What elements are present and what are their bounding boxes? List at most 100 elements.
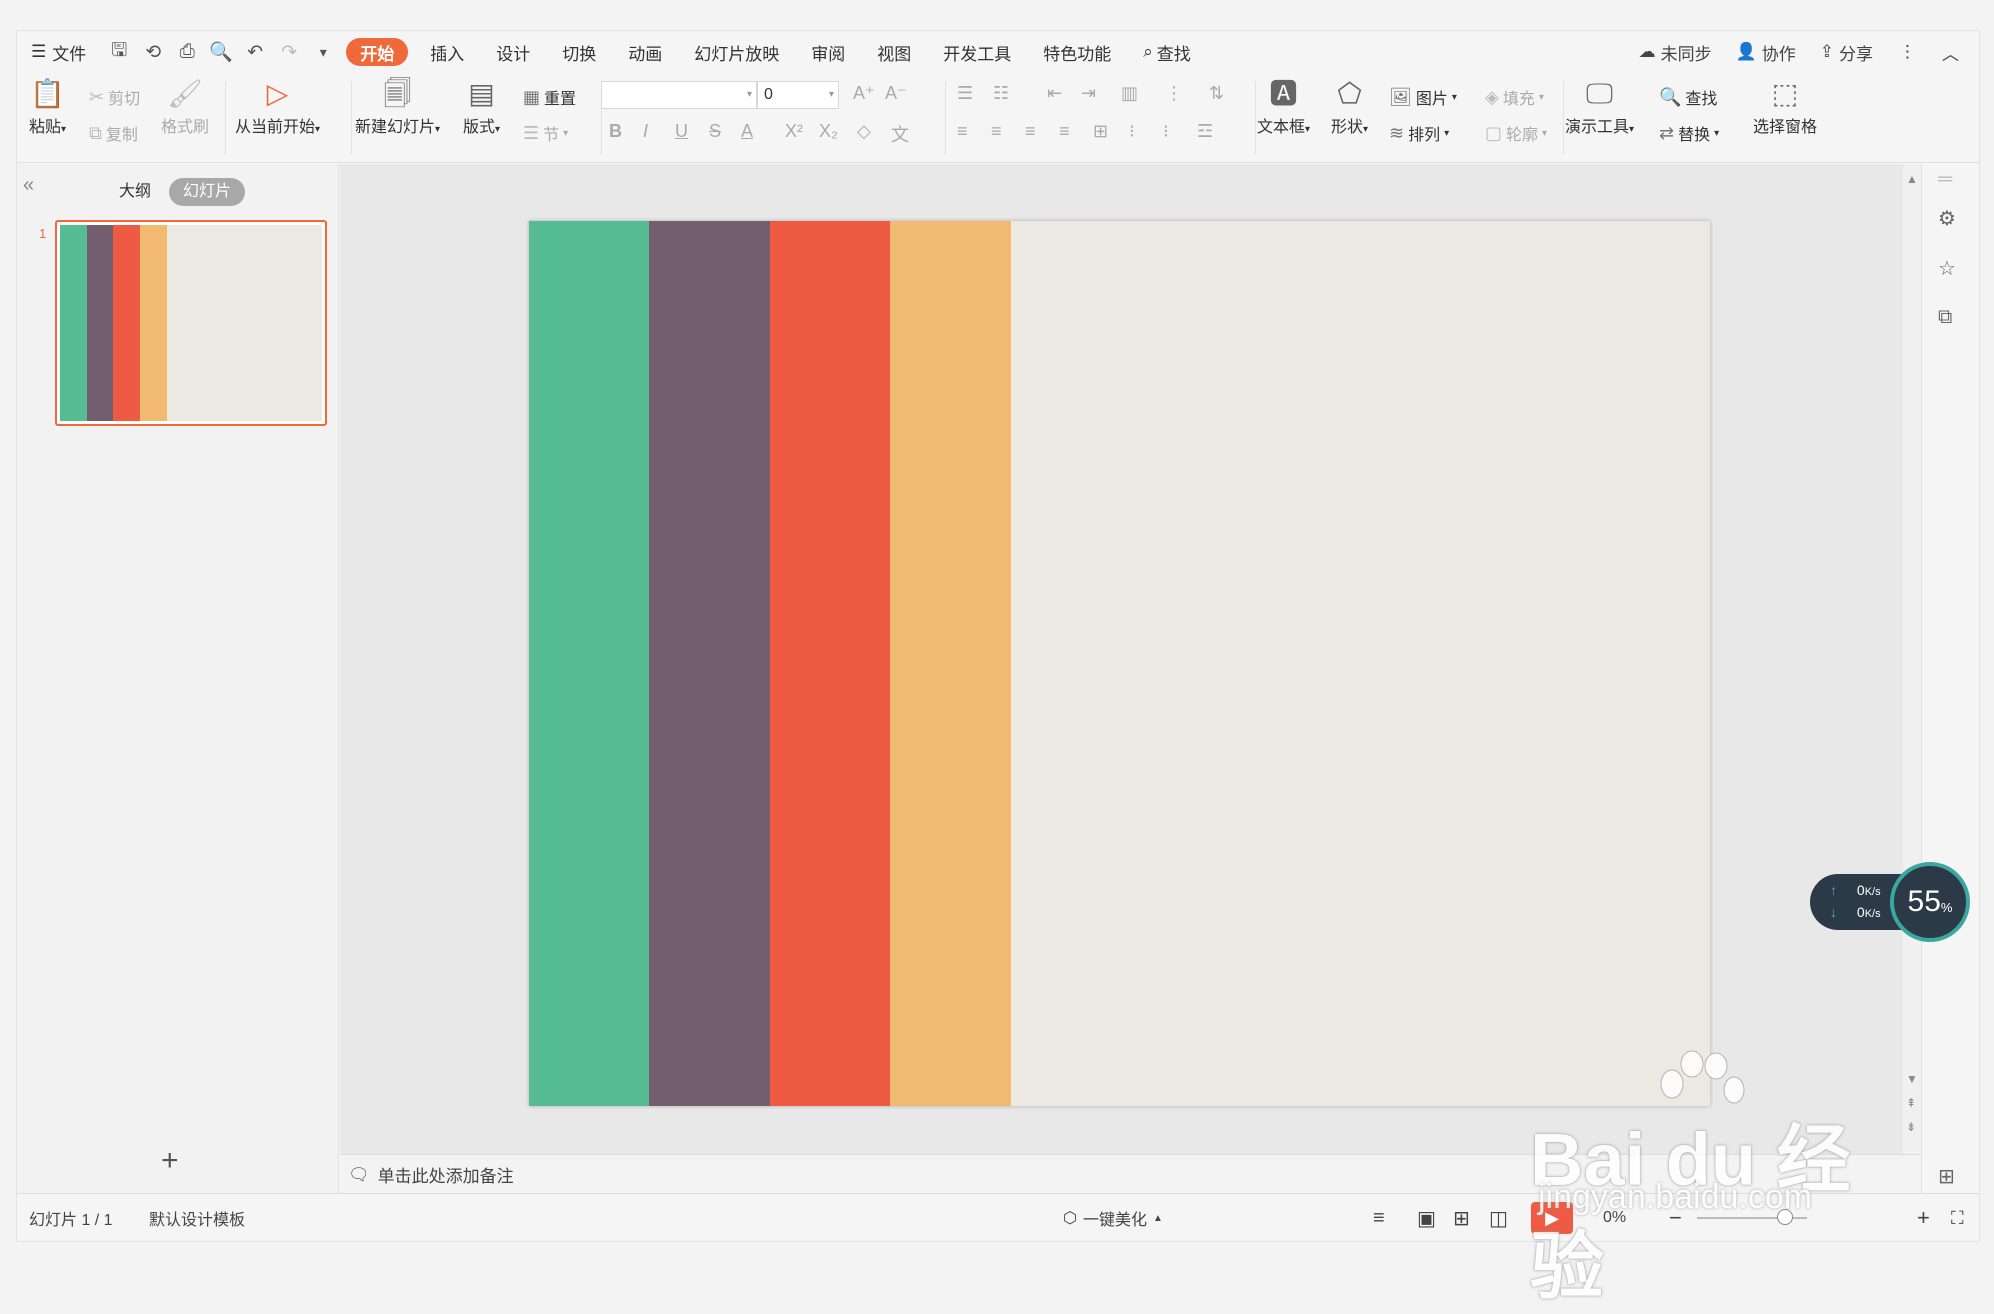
italic-icon[interactable]: I bbox=[643, 121, 648, 142]
layout-button[interactable]: ▤ 版式▾ bbox=[463, 77, 500, 137]
slide-stripe-3[interactable] bbox=[113, 225, 141, 421]
para-settings-icon[interactable]: ☲ bbox=[1197, 121, 1213, 142]
bullets-icon[interactable]: ☰ bbox=[957, 83, 973, 104]
tab-view[interactable]: 视图 bbox=[861, 31, 927, 73]
tab-developer[interactable]: 开发工具 bbox=[927, 31, 1027, 73]
section-button[interactable]: ☰ 节 ▾ bbox=[523, 121, 568, 145]
print-preview-icon[interactable]: 🔍 bbox=[204, 31, 238, 73]
properties-icon[interactable]: ⚙ bbox=[1938, 206, 1956, 231]
tab-transitions[interactable]: 切换 bbox=[546, 31, 612, 73]
shrink-font-icon[interactable]: A⁻ bbox=[885, 83, 907, 104]
animation-star-icon[interactable]: ☆ bbox=[1938, 256, 1956, 281]
outline-button[interactable]: ▢ 轮廓 ▾ bbox=[1485, 121, 1547, 145]
superscript-icon[interactable]: X² bbox=[785, 121, 803, 142]
collapse-panel-icon[interactable]: « bbox=[23, 174, 34, 197]
para-spacing-icon[interactable]: ⁝ bbox=[1129, 121, 1135, 142]
reading-view-icon[interactable]: ◫ bbox=[1489, 1194, 1508, 1242]
columns-icon[interactable]: ▥ bbox=[1121, 83, 1138, 104]
copy-button[interactable]: ⧉ 复制 bbox=[89, 121, 138, 145]
print-icon[interactable]: ⎙ bbox=[170, 31, 204, 73]
notes-toggle-icon[interactable]: ≡ bbox=[1373, 1194, 1385, 1242]
char-border-icon[interactable]: 文 bbox=[891, 121, 909, 147]
line-spacing-icon[interactable]: ⋮ bbox=[1165, 83, 1183, 104]
zoom-in-icon[interactable]: + bbox=[1917, 1194, 1930, 1242]
slide-1[interactable] bbox=[529, 221, 1710, 1106]
grid-apps-icon[interactable]: ⊞ bbox=[1938, 1164, 1955, 1189]
slide-background-area[interactable] bbox=[1010, 221, 1710, 1106]
font-name-combo[interactable]: ▾ bbox=[601, 81, 757, 109]
vertical-scrollbar[interactable]: ▲ ▼ ⇞ ⇟ bbox=[1903, 164, 1923, 1154]
from-current-button[interactable]: ▷ 从当前开始▾ bbox=[235, 77, 320, 137]
picture-button[interactable]: 🖼 图片 ▾ bbox=[1389, 85, 1457, 109]
slide-thumbnail-1[interactable] bbox=[55, 220, 327, 426]
slide-stripe-3[interactable] bbox=[769, 221, 891, 1106]
normal-view-icon[interactable]: ▣ bbox=[1417, 1194, 1436, 1242]
search-button[interactable]: ⌕ 查找 bbox=[1127, 31, 1207, 73]
shape-button[interactable]: ⬠ 形状▾ bbox=[1331, 77, 1368, 137]
font-color-icon[interactable]: A bbox=[741, 121, 753, 142]
eraser-icon[interactable]: ◇ bbox=[857, 121, 871, 142]
redo-icon[interactable]: ↷ bbox=[272, 31, 306, 73]
transition-icon[interactable]: ⧉ bbox=[1938, 306, 1952, 329]
undo-history-icon[interactable]: ⟲ bbox=[136, 31, 170, 73]
tab-animations[interactable]: 动画 bbox=[612, 31, 678, 73]
collab-button[interactable]: 👤 协作 bbox=[1724, 40, 1808, 65]
text-direction-icon[interactable]: ⇅ bbox=[1209, 83, 1224, 104]
slide-stripe-4[interactable] bbox=[140, 225, 167, 421]
bold-icon[interactable]: B bbox=[609, 121, 622, 142]
justify-icon[interactable]: ≡ bbox=[1059, 121, 1070, 142]
file-menu[interactable]: ☰ 文件 bbox=[17, 31, 102, 73]
reset-button[interactable]: ▦ 重置 bbox=[523, 85, 576, 109]
collapse-ribbon-icon[interactable]: ︿ bbox=[1930, 40, 1971, 65]
tab-slideshow[interactable]: 幻灯片放映 bbox=[678, 31, 795, 73]
customize-dropdown-icon[interactable]: ▾ bbox=[306, 31, 340, 73]
find-button[interactable]: 🔍 查找 bbox=[1659, 85, 1717, 109]
new-slide-button[interactable]: 🗐 新建幻灯片▾ bbox=[355, 77, 440, 137]
align-center-icon[interactable]: ≡ bbox=[991, 121, 1002, 142]
replace-button[interactable]: ⇄ 替换 ▾ bbox=[1659, 121, 1719, 145]
beautify-button[interactable]: ⬡ 一键美化 ▲ bbox=[1063, 1194, 1163, 1242]
format-painter-button[interactable]: 🖌 格式刷 bbox=[161, 77, 209, 137]
share-button[interactable]: ⇪ 分享 bbox=[1808, 40, 1885, 65]
increase-indent-icon[interactable]: ⇥ bbox=[1081, 83, 1096, 104]
tab-insert[interactable]: 插入 bbox=[414, 31, 480, 73]
distribute-icon[interactable]: ⊞ bbox=[1093, 121, 1108, 142]
text-box-button[interactable]: 🅰 文本框▾ bbox=[1257, 77, 1310, 137]
strikethrough-icon[interactable]: S bbox=[709, 121, 721, 142]
template-name[interactable]: 默认设计模板 bbox=[149, 1194, 245, 1242]
slide-stripe-4[interactable] bbox=[890, 221, 1011, 1106]
slide-stripe-2[interactable] bbox=[86, 225, 114, 421]
grow-font-icon[interactable]: A⁺ bbox=[853, 83, 875, 104]
para-align-icon[interactable]: ⁝ bbox=[1163, 121, 1169, 142]
tab-home[interactable]: 开始 bbox=[346, 38, 409, 66]
subscript-icon[interactable]: X₂ bbox=[819, 121, 838, 142]
tab-outline[interactable]: 大纲 bbox=[105, 178, 165, 206]
fill-button[interactable]: ◈ 填充 ▾ bbox=[1485, 85, 1544, 109]
font-size-combo[interactable]: 0 ▾ bbox=[757, 81, 839, 109]
slide-stripe-1[interactable] bbox=[60, 225, 87, 421]
add-slide-icon[interactable]: + bbox=[161, 1144, 179, 1178]
align-left-icon[interactable]: ≡ bbox=[957, 121, 968, 142]
present-tools-button[interactable]: 🖵 演示工具▾ bbox=[1565, 77, 1634, 137]
sorter-view-icon[interactable]: ⊞ bbox=[1453, 1194, 1470, 1242]
sync-button[interactable]: ☁ 未同步 bbox=[1627, 40, 1724, 65]
underline-icon[interactable]: U bbox=[675, 121, 688, 142]
tab-review[interactable]: 审阅 bbox=[795, 31, 861, 73]
slide-background-area[interactable] bbox=[166, 225, 322, 421]
tab-slides[interactable]: 幻灯片 bbox=[169, 178, 246, 206]
fit-window-icon[interactable]: ⛶ bbox=[1951, 1194, 1964, 1242]
tab-design[interactable]: 设计 bbox=[480, 31, 546, 73]
arrange-button[interactable]: ≋ 排列 ▾ bbox=[1389, 121, 1449, 145]
undo-icon[interactable]: ↶ bbox=[238, 31, 272, 73]
save-icon[interactable]: 🖫 bbox=[102, 31, 136, 73]
slide-stripe-2[interactable] bbox=[649, 221, 770, 1106]
align-right-icon[interactable]: ≡ bbox=[1025, 121, 1036, 142]
decrease-indent-icon[interactable]: ⇤ bbox=[1047, 83, 1062, 104]
tab-special[interactable]: 特色功能 bbox=[1027, 31, 1127, 73]
slide-stripe-1[interactable] bbox=[529, 221, 650, 1106]
numbering-icon[interactable]: ☷ bbox=[993, 83, 1009, 104]
scroll-up-icon[interactable]: ▲ bbox=[1906, 172, 1918, 186]
network-speed-widget[interactable]: ↑ 0K/s ↓ 0K/s 55% bbox=[1810, 862, 1970, 942]
cut-button[interactable]: ✂ 剪切 bbox=[89, 85, 140, 109]
more-icon[interactable]: ⋮ bbox=[1885, 42, 1930, 62]
